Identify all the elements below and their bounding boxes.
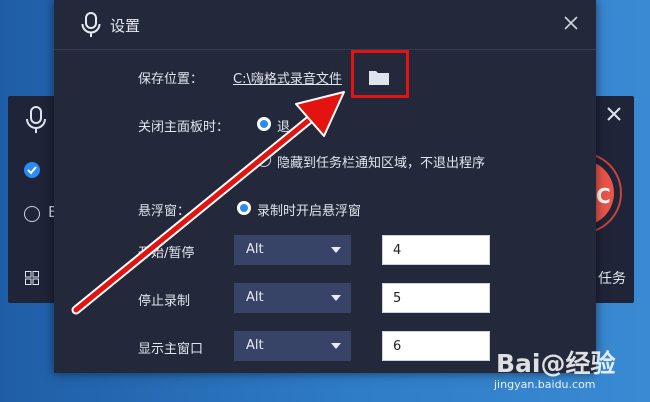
watermark: Bai@经验 jingyan.baidu.com xyxy=(486,338,646,398)
microphone-icon xyxy=(81,12,101,37)
float-window-label: 悬浮窗： xyxy=(138,204,191,219)
hotkey-modifier-select[interactable]: Alt xyxy=(234,235,351,265)
dialog-title: 设置 xyxy=(110,17,141,35)
close-exit-label: 退 xyxy=(277,120,291,135)
hotkey-label: 停止录制 xyxy=(138,294,191,309)
close-tray-radio[interactable] xyxy=(257,153,271,167)
select-value: Alt xyxy=(246,290,264,305)
hotkey-key-input[interactable]: 6 xyxy=(382,331,490,361)
hotkey-label: 开始/暂停 xyxy=(138,246,195,261)
float-window-option-label: 录制时开启悬浮窗 xyxy=(257,204,362,219)
settings-dialog: 设置 保存位置： C:\嗨格式录音文件 关闭主面板时： 退 隐藏到任务栏通知区域… xyxy=(54,0,596,373)
hotkey-label: 显示主窗口 xyxy=(138,342,204,357)
save-location-label: 保存位置： xyxy=(138,72,204,87)
background-radio[interactable] xyxy=(24,206,40,222)
save-path-link[interactable]: C:\嗨格式录音文件 xyxy=(233,68,342,87)
select-value: Alt xyxy=(246,242,264,257)
close-panel-label: 关闭主面板时： xyxy=(138,120,230,135)
hotkey-modifier-select[interactable]: Alt xyxy=(234,283,351,313)
select-value: Alt xyxy=(246,338,264,353)
input-value: 5 xyxy=(393,291,402,306)
input-value: 6 xyxy=(393,339,402,354)
hotkey-key-input[interactable]: 4 xyxy=(382,235,490,265)
task-label[interactable]: 任务 xyxy=(598,268,626,288)
float-window-radio[interactable] xyxy=(237,201,251,215)
hotkey-key-input[interactable]: 5 xyxy=(382,283,490,313)
highlight-box xyxy=(351,50,409,98)
hotkey-modifier-select[interactable]: Alt xyxy=(234,331,351,361)
watermark-site: jingyan.baidu.com xyxy=(494,378,596,391)
close-icon[interactable] xyxy=(563,15,579,31)
title-divider xyxy=(54,49,596,50)
dropdown-caret-icon xyxy=(331,343,341,349)
record-button-label: C xyxy=(596,184,611,208)
dropdown-caret-icon xyxy=(331,247,341,253)
close-icon[interactable] xyxy=(602,102,626,126)
grid-icon[interactable] xyxy=(25,271,39,285)
microphone-icon xyxy=(26,106,46,133)
dropdown-caret-icon xyxy=(331,295,341,301)
check-circle-icon[interactable] xyxy=(24,162,40,178)
close-tray-label: 隐藏到任务栏通知区域，不退出程序 xyxy=(277,156,486,171)
input-value: 4 xyxy=(393,243,402,258)
close-exit-radio[interactable] xyxy=(257,117,271,131)
watermark-brand: Bai@经验 xyxy=(496,349,616,378)
